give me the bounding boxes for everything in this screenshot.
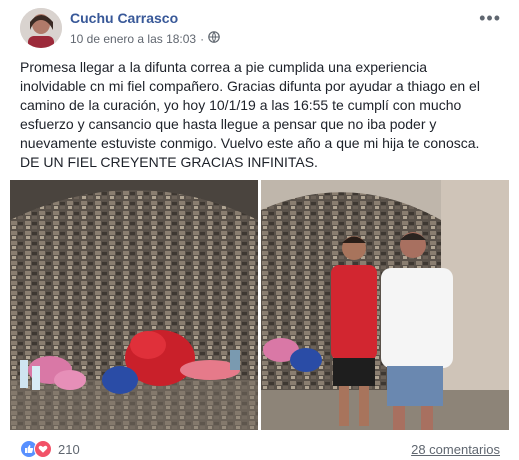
shrine-offerings-photo[interactable] (10, 180, 258, 430)
facebook-post: Cuchu Carrasco 10 de enero a las 18:03 ·… (0, 0, 519, 460)
globe-icon[interactable] (208, 31, 220, 46)
more-horizontal-icon[interactable]: ••• (479, 8, 501, 29)
reactions-summary[interactable]: 210 (20, 440, 80, 458)
author-avatar[interactable] (20, 8, 62, 48)
post-meta: 10 de enero a las 18:03 · (70, 31, 220, 46)
comments-link[interactable]: 28 comentarios (411, 442, 500, 457)
post-footer: 210 28 comentarios (20, 438, 500, 460)
author-name[interactable]: Cuchu Carrasco (70, 10, 178, 26)
love-icon (34, 440, 52, 458)
meta-separator: · (200, 31, 205, 46)
post-timestamp[interactable]: 10 de enero a las 18:03 (70, 32, 196, 46)
reaction-count[interactable]: 210 (58, 442, 80, 457)
two-men-at-shrine-photo[interactable] (261, 180, 509, 430)
post-text: Promesa llegar a la difunta correa a pie… (20, 59, 480, 170)
